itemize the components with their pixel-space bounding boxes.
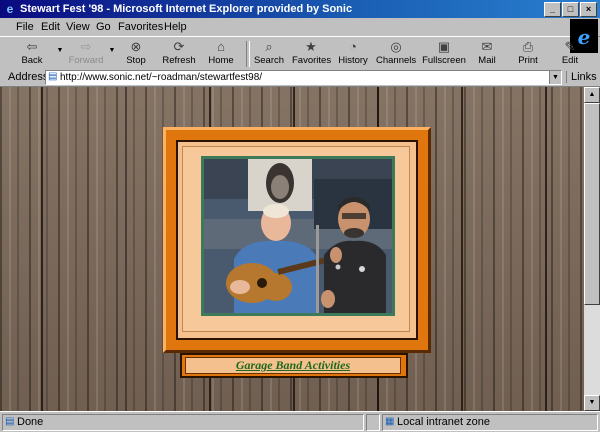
history-icon: ◔ [349, 39, 357, 54]
status-text-pane: ▤ Done [2, 414, 364, 431]
stop-icon: ⊗ [130, 39, 142, 54]
zone-pane: ▦ Local intranet zone [382, 414, 598, 431]
menu-file[interactable]: File [16, 21, 34, 33]
toolbar: ⇦ Back ▼ ⇨ Forward ▼ ⊗ Stop ⟳ Refresh ⌂ Home … [0, 36, 578, 70]
address-bar: Address ▤ ▼ Links [0, 69, 600, 87]
band-photo[interactable] [201, 156, 395, 316]
home-button[interactable]: ⌂ Home [206, 39, 236, 69]
back-arrow-icon: ⇦ [26, 39, 38, 54]
document-icon: ▤ [5, 416, 15, 427]
home-icon: ⌂ [217, 39, 225, 54]
minimize-button[interactable]: _ [544, 2, 561, 17]
toolbar-separator [246, 41, 250, 67]
intranet-zone-icon: ▦ [385, 416, 395, 427]
search-icon: ⌕ [265, 39, 273, 54]
favorites-icon: ★ [305, 39, 317, 54]
stop-button[interactable]: ⊗ Stop [122, 39, 150, 69]
caption-frame: Garage Band Activities [180, 353, 408, 378]
garage-band-activities-link[interactable]: Garage Band Activities [236, 358, 350, 372]
frame-matte [182, 146, 410, 332]
menu-edit[interactable]: Edit [41, 21, 60, 33]
vertical-scrollbar[interactable]: ▲ ▼ [584, 87, 600, 411]
links-label[interactable]: Links [566, 71, 597, 83]
band-photo-image [204, 159, 392, 313]
channels-icon: ◎ [390, 39, 402, 54]
favorites-button[interactable]: ★ Favorites [292, 39, 331, 69]
close-button[interactable]: × [580, 2, 597, 17]
title-bar: e Stewart Fest '98 - Microsoft Internet … [0, 0, 600, 18]
address-label: Address [8, 71, 49, 83]
menu-go[interactable]: Go [96, 21, 111, 33]
forward-arrow-icon: ⇨ [80, 39, 92, 54]
scroll-down-arrow-icon[interactable]: ▼ [584, 395, 600, 411]
picture-frame [163, 127, 431, 353]
print-button[interactable]: ⎙ Print [514, 39, 542, 69]
menu-favorites[interactable]: Favorites [118, 21, 163, 33]
search-button[interactable]: ⌕ Search [252, 39, 286, 69]
window-title: Stewart Fest '98 - Microsoft Internet Ex… [20, 3, 353, 15]
scroll-thumb[interactable] [584, 103, 600, 305]
status-bar: ▤ Done ▦ Local intranet zone [0, 411, 600, 432]
edit-icon: ✎ [564, 39, 576, 54]
page-icon: ▤ [48, 71, 58, 82]
fullscreen-icon: ▣ [437, 39, 451, 54]
frame-inner-border [176, 140, 418, 340]
edit-button[interactable]: ✎ Edit [558, 39, 582, 69]
scroll-up-arrow-icon[interactable]: ▲ [584, 87, 600, 103]
address-input[interactable] [60, 71, 540, 84]
menu-view[interactable]: View [66, 21, 90, 33]
maximize-button[interactable]: □ [562, 2, 579, 17]
print-icon: ⎙ [522, 39, 534, 54]
window-controls: _ □ × [544, 2, 597, 17]
mail-icon: ✉ [481, 39, 493, 54]
refresh-button[interactable]: ⟳ Refresh [160, 39, 198, 69]
caption-inner: Garage Band Activities [185, 357, 401, 374]
mail-button[interactable]: ✉ Mail [474, 39, 500, 69]
menu-help[interactable]: Help [164, 21, 187, 33]
fullscreen-button[interactable]: ▣ Fullscreen [422, 39, 466, 69]
refresh-icon: ⟳ [173, 39, 185, 54]
menu-bar: File Edit View Go Favorites Help [0, 18, 600, 37]
channels-button[interactable]: ◎ Channels [376, 39, 416, 69]
forward-button[interactable]: ⇨ Forward [66, 39, 106, 69]
address-dropdown[interactable]: ▼ [549, 71, 561, 84]
back-button[interactable]: ⇦ Back [14, 39, 50, 69]
ie-window-icon[interactable]: e [3, 2, 17, 16]
history-button[interactable]: ◔ History [336, 39, 370, 69]
page-content: Garage Band Activities [0, 87, 584, 411]
status-pane-empty [366, 414, 380, 431]
address-field[interactable]: ▤ ▼ [45, 70, 562, 85]
